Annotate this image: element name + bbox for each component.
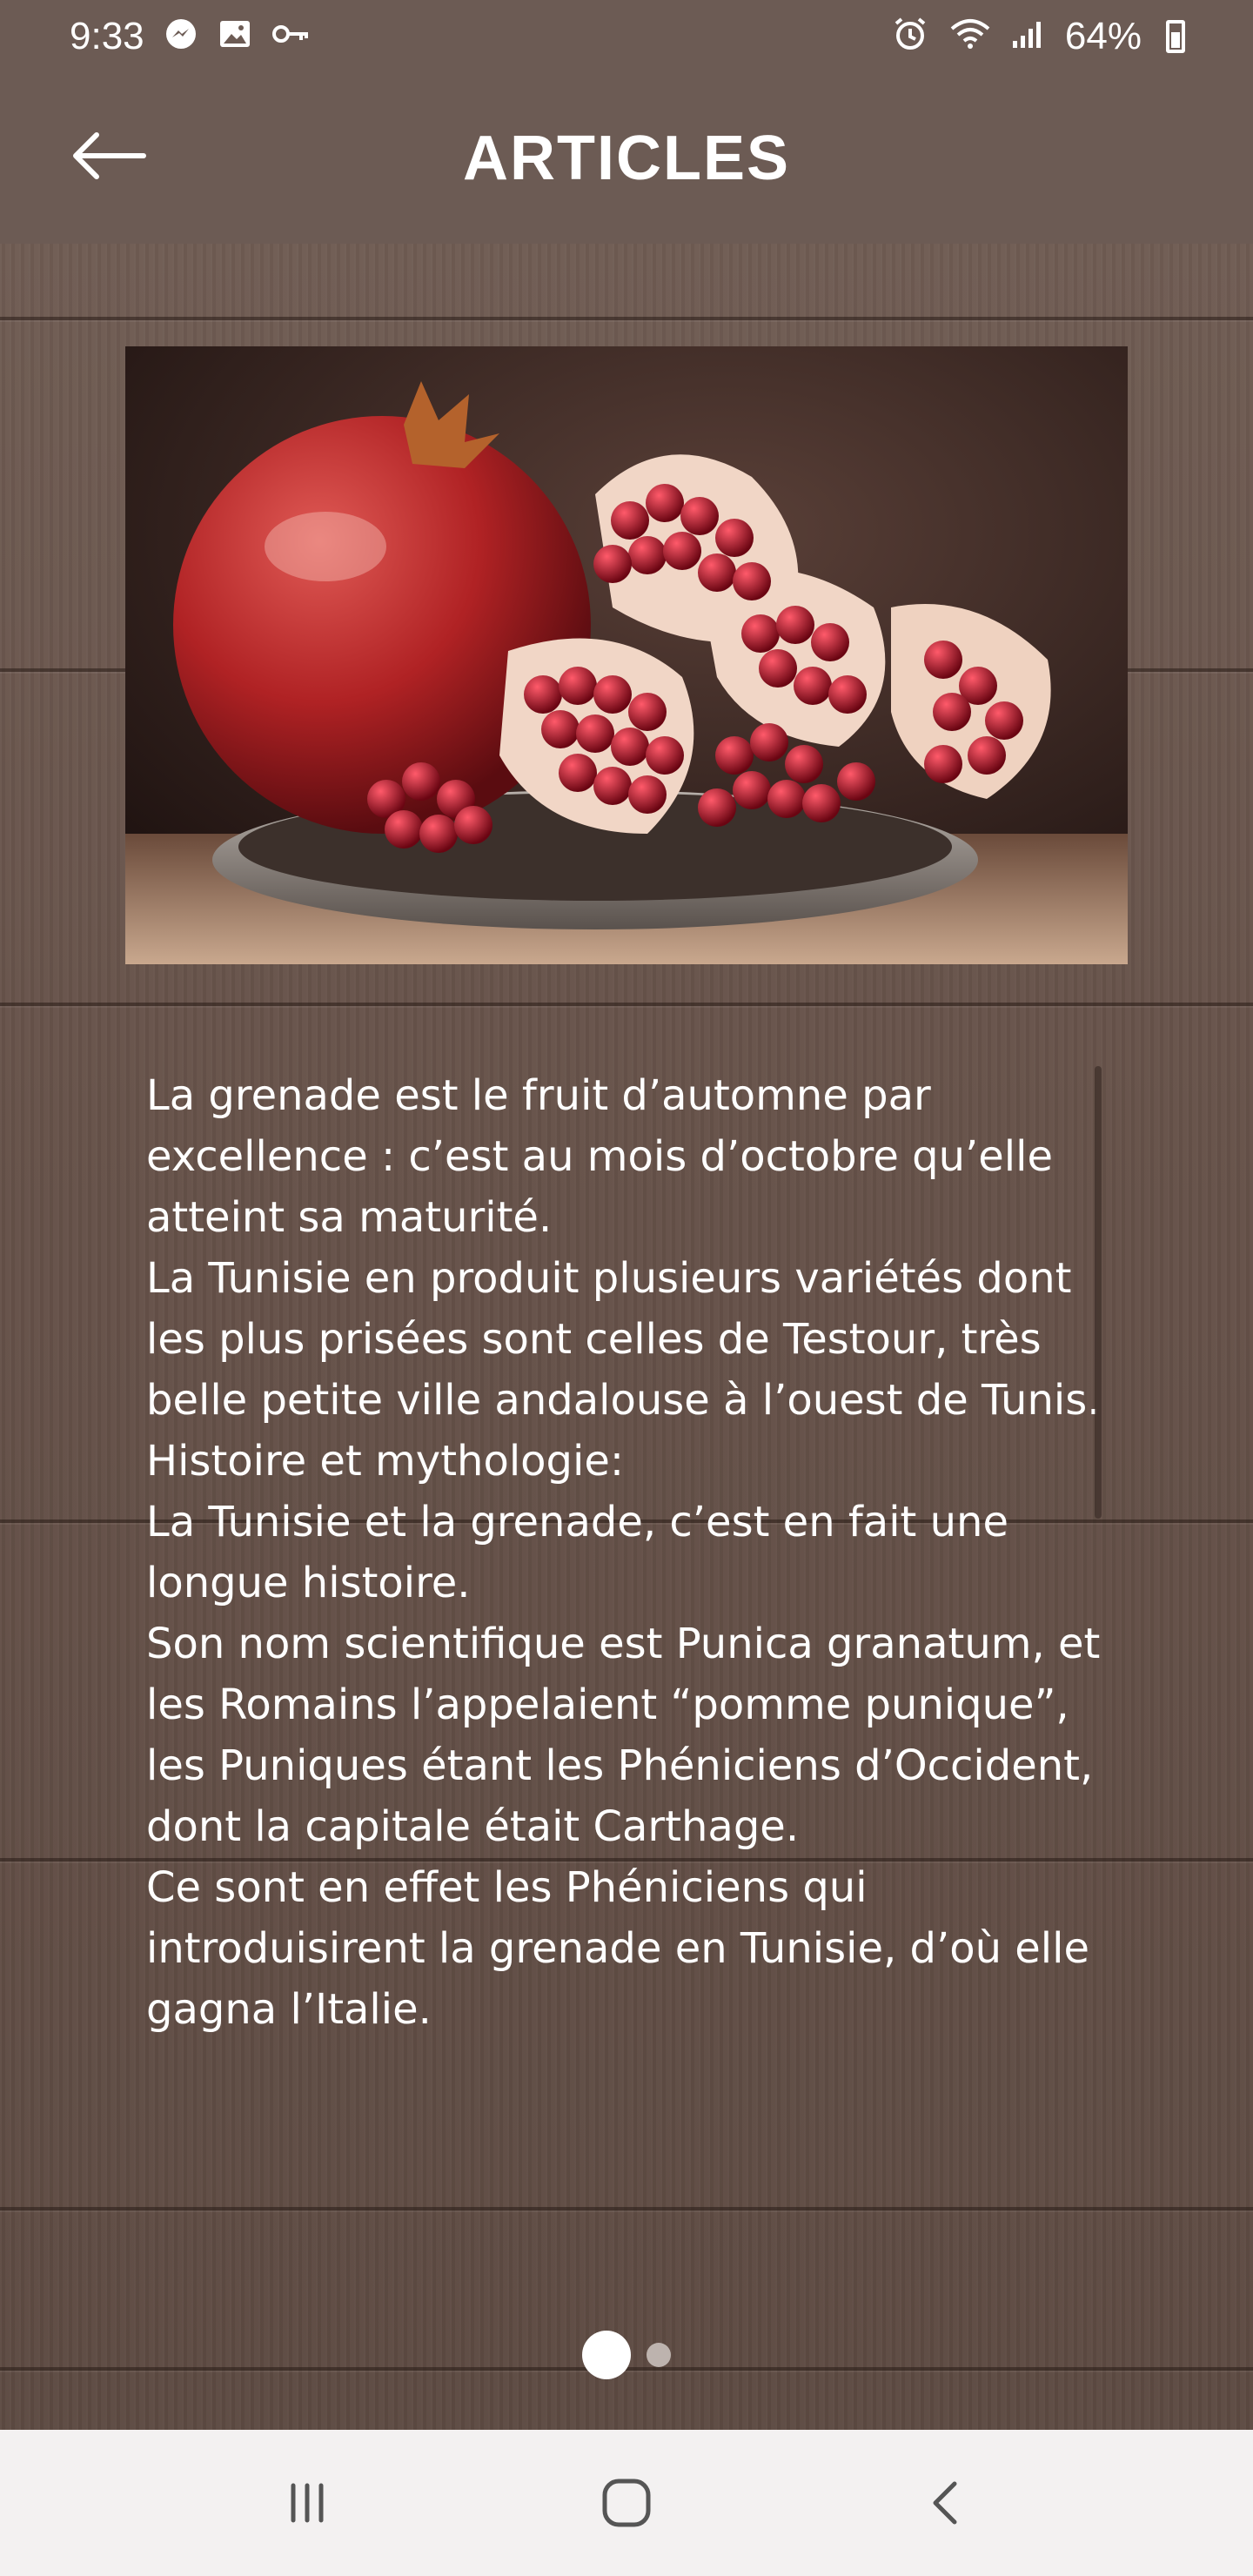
status-bar: 9:33 64% — [0, 0, 1253, 73]
arrow-left-icon — [73, 132, 146, 179]
article-image — [125, 346, 1128, 964]
home-button[interactable] — [574, 2451, 679, 2555]
article-paragraph: La grenade est le fruit d’automne par ex… — [146, 1071, 1053, 1242]
battery-icon — [1166, 20, 1185, 53]
page-indicator — [0, 2329, 1253, 2381]
messenger-icon — [164, 17, 198, 57]
status-left: 9:33 — [70, 15, 312, 58]
article-paragraph: La Tunisie en produit plusieurs variétés… — [146, 1254, 1101, 1425]
plank-divider — [0, 1003, 1253, 1006]
back-button[interactable] — [66, 125, 150, 186]
page-dot[interactable] — [647, 2343, 671, 2367]
chevron-left-icon — [933, 2481, 957, 2525]
status-right: 64% — [891, 15, 1185, 59]
key-icon — [271, 20, 312, 53]
recents-icon — [291, 2483, 324, 2523]
signal-icon — [1011, 18, 1046, 56]
alarm-icon — [891, 15, 929, 59]
pomegranate-photo — [125, 346, 1128, 964]
article-body: La grenade est le fruit d’automne par ex… — [146, 1065, 1112, 2040]
scrollbar[interactable] — [1095, 1066, 1102, 1519]
app-bar: ARTICLES — [0, 73, 1253, 244]
home-icon — [602, 2479, 651, 2527]
page-title: ARTICLES — [463, 124, 790, 193]
article-paragraph: Histoire et mythologie: — [146, 1437, 625, 1486]
plank-divider — [0, 317, 1253, 320]
gallery-icon — [218, 17, 252, 57]
back-nav-button[interactable] — [894, 2451, 998, 2555]
status-time: 9:33 — [70, 15, 144, 57]
plank-divider — [0, 2207, 1253, 2210]
battery-percent: 64% — [1064, 15, 1142, 57]
article-content[interactable]: La grenade est le fruit d’automne par ex… — [0, 244, 1253, 2430]
system-nav-bar — [0, 2430, 1253, 2576]
article-paragraph: La Tunisie et la grenade, c’est en fait … — [146, 1498, 1008, 1607]
article-paragraph: Son nom scientifique est Punica granatum… — [146, 1620, 1101, 1851]
wifi-icon — [948, 17, 992, 57]
article-paragraph: Ce sont en effet les Phéniciens qui intr… — [146, 1863, 1090, 2034]
page-dot-active[interactable] — [582, 2331, 631, 2379]
recents-button[interactable] — [255, 2451, 359, 2555]
